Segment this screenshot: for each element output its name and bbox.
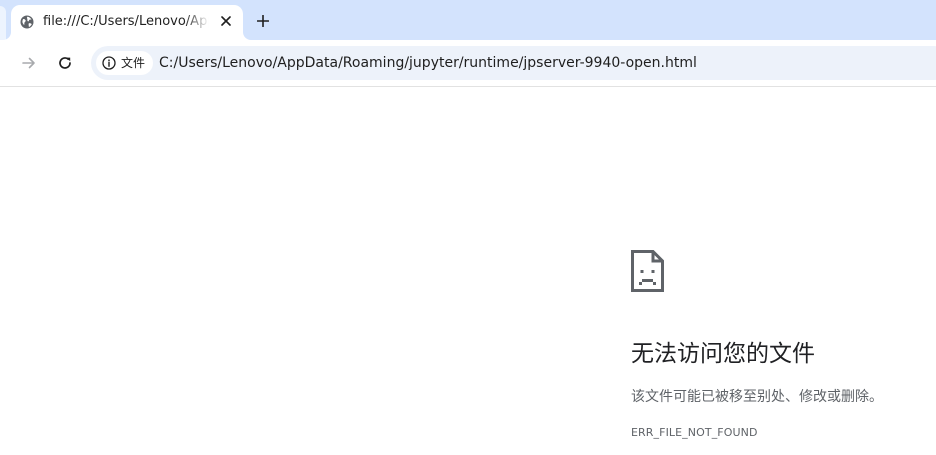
active-tab[interactable]: file:///C:/Users/Lenovo/AppData/Roaming/…: [11, 5, 243, 40]
error-message: 该文件可能已被移至别处、修改或删除。: [631, 389, 883, 405]
tab-strip: file:///C:/Users/Lenovo/AppData/Roaming/…: [0, 0, 936, 40]
url-text[interactable]: C:/Users/Lenovo/AppData/Roaming/jupyter/…: [159, 46, 697, 80]
browser-window: file:///C:/Users/Lenovo/AppData/Roaming/…: [0, 0, 936, 455]
error-code: ERR_FILE_NOT_FOUND: [631, 426, 758, 439]
arrow-right-icon: [21, 55, 37, 71]
site-info-label: 文件: [121, 56, 146, 70]
sad-file-icon: [631, 250, 664, 292]
close-icon[interactable]: [216, 11, 236, 31]
info-icon: [102, 56, 116, 70]
error-heading: 无法访问您的文件: [631, 341, 815, 367]
plus-icon: [257, 15, 269, 27]
reload-button[interactable]: [51, 49, 79, 77]
forward-button[interactable]: [15, 49, 43, 77]
site-info-chip[interactable]: 文件: [96, 51, 154, 75]
reload-icon: [57, 55, 73, 71]
globe-icon: [20, 14, 34, 29]
tab-title: file:///C:/Users/Lenovo/AppData/Roaming/…: [43, 14, 209, 29]
new-tab-button[interactable]: [250, 8, 276, 34]
address-bar[interactable]: 文件 C:/Users/Lenovo/AppData/Roaming/jupyt…: [91, 46, 936, 80]
browser-toolbar: 文件 C:/Users/Lenovo/AppData/Roaming/jupyt…: [0, 40, 936, 87]
